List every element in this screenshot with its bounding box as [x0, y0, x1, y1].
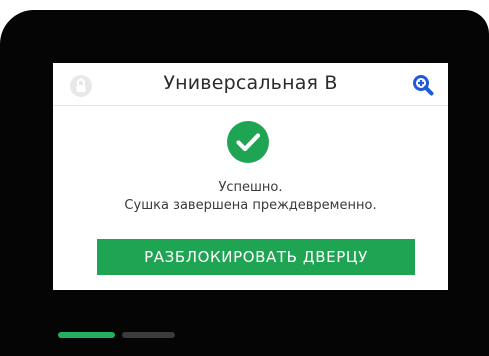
- unlock-door-button[interactable]: РАЗБЛОКИРОВАТЬ ДВЕРЦУ: [97, 239, 415, 275]
- display-screen: Универсальная В Успешно. Сушка завершена…: [53, 63, 448, 290]
- header-bar: Универсальная В: [53, 63, 448, 106]
- checkmark-icon: [227, 121, 269, 163]
- page-indicator-dot: [122, 332, 175, 338]
- status-message-title: Успешно.: [218, 180, 283, 195]
- zoom-in-icon[interactable]: [411, 73, 435, 97]
- page-indicator-dot: [58, 332, 115, 338]
- status-message-detail: Сушка завершена преждевременно.: [124, 198, 377, 213]
- program-title: Универсальная В: [163, 72, 338, 94]
- lock-icon[interactable]: [70, 75, 92, 97]
- device-bezel: Универсальная В Успешно. Сушка завершена…: [0, 10, 489, 356]
